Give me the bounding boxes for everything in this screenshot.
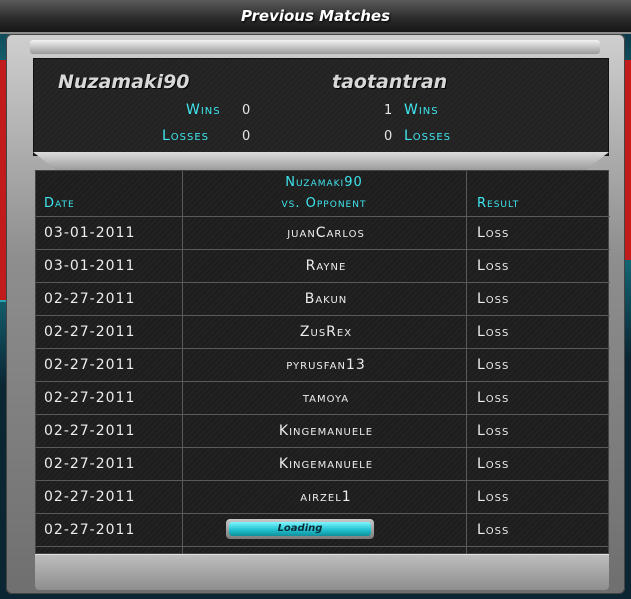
match-date: 02-27-2011 — [44, 324, 136, 340]
opponent-wins-label: Wins — [404, 102, 439, 118]
table-row: 02-27-2011 tamoya Loss — [36, 382, 610, 414]
match-opponent: juanCarlos — [287, 225, 365, 241]
player-wins-label: Wins — [186, 102, 221, 118]
match-result: Loss — [477, 357, 510, 373]
match-result: Loss — [477, 456, 510, 472]
opponent-wins-value: 1 — [384, 103, 393, 118]
match-result: Loss — [477, 522, 510, 538]
table-row: 02-27-2011 pyrusfan13 Loss — [36, 349, 610, 381]
match-date: 02-27-2011 — [44, 423, 136, 439]
table-row: 02-27-2011 ZusRex Loss — [36, 316, 610, 348]
match-opponent: airzel1 — [300, 489, 352, 505]
column-header-date: Date — [44, 196, 75, 211]
loading-bar-label: Loading — [229, 522, 371, 536]
match-result: Loss — [477, 390, 510, 406]
column-header-opponent-line1: Nuzamaki90 — [285, 175, 363, 190]
table-row: 03-01-2011 juanCarlos Loss — [36, 217, 610, 249]
match-opponent: ZusRex — [299, 324, 353, 340]
table-row: 02-27-2011 Kingemanuele Loss — [36, 415, 610, 447]
window-title: Previous Matches — [240, 7, 391, 25]
column-header-opponent-line2: vs. Opponent — [281, 196, 367, 211]
match-opponent: Kingemanuele — [278, 423, 374, 439]
match-result: Loss — [477, 291, 510, 307]
loading-bar: Loading — [226, 519, 374, 539]
panel-bottom-plate — [35, 554, 609, 590]
table-row: 02-27-2011 Bakun Loss — [36, 283, 610, 315]
match-result: Loss — [477, 489, 510, 505]
match-result: Loss — [477, 258, 510, 274]
header-divider — [33, 152, 609, 170]
match-date: 02-27-2011 — [44, 489, 136, 505]
match-opponent: Bakun — [304, 291, 348, 307]
table-row: 03-01-2011 Rayne Loss — [36, 250, 610, 282]
match-opponent: pyrusfan13 — [286, 357, 366, 373]
matches-table: Date Nuzamaki90 vs. Opponent Result 03-0… — [35, 170, 610, 555]
table-row: 02-27-2011 Kingemanuele Loss — [36, 448, 610, 480]
player-stats-header: Nuzamaki90 taotantran Wins 0 Losses 0 1 … — [33, 58, 609, 156]
match-date: 02-27-2011 — [44, 357, 136, 373]
player-losses-label: Losses — [162, 128, 210, 144]
match-result: Loss — [477, 423, 510, 439]
title-bar: Previous Matches — [0, 0, 631, 34]
match-opponent: Kingemanuele — [278, 456, 374, 472]
frame-top-shine — [30, 40, 600, 54]
match-date: 02-27-2011 — [44, 390, 136, 406]
match-result: Loss — [477, 225, 510, 241]
row-divider — [36, 546, 610, 547]
opponent-losses-label: Losses — [404, 128, 452, 144]
player-name: Nuzamaki90 — [58, 71, 190, 93]
match-date: 02-27-2011 — [44, 522, 136, 538]
table-row: 02-27-2011 Loading Loss — [36, 514, 610, 546]
player-wins-value: 0 — [242, 103, 251, 118]
opponent-name: taotantran — [332, 71, 448, 93]
player-losses-value: 0 — [242, 129, 251, 144]
match-date: 02-27-2011 — [44, 456, 136, 472]
match-opponent: tamoya — [302, 390, 350, 406]
match-opponent: Rayne — [305, 258, 347, 274]
match-date: 02-27-2011 — [44, 291, 136, 307]
match-date: 03-01-2011 — [44, 258, 136, 274]
match-result: Loss — [477, 324, 510, 340]
opponent-losses-value: 0 — [384, 129, 393, 144]
table-row: 02-27-2011 airzel1 Loss — [36, 481, 610, 513]
column-header-result: Result — [477, 196, 520, 211]
match-date: 03-01-2011 — [44, 225, 136, 241]
